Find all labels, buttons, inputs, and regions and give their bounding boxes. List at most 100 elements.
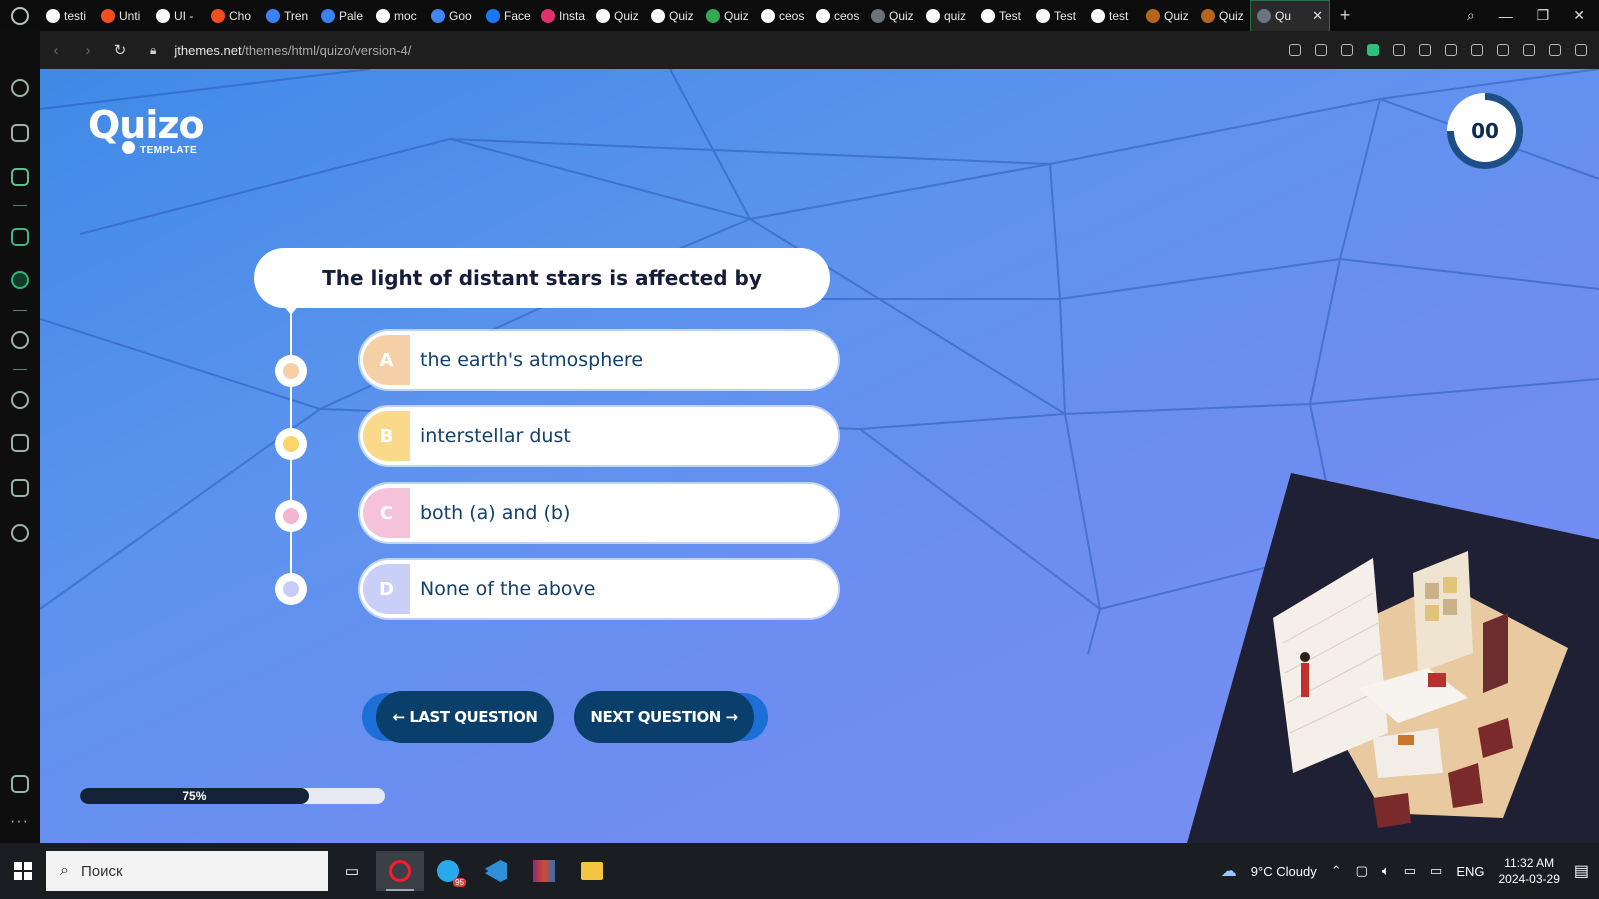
tab-11[interactable]: Quiz [645, 0, 700, 31]
restore-icon[interactable]: ❐ [1537, 7, 1550, 24]
minimize-icon[interactable]: — [1499, 8, 1513, 24]
player-icon[interactable] [11, 331, 29, 349]
adblock-icon[interactable] [1445, 44, 1457, 56]
camera-icon[interactable] [1341, 44, 1353, 56]
tab-15[interactable]: Quiz [865, 0, 920, 31]
taskbar-winrar[interactable] [520, 851, 568, 891]
close-tab-icon[interactable]: ✕ [1312, 8, 1323, 24]
task-view-icon[interactable]: ▭ [328, 851, 376, 891]
chatgpt-icon[interactable] [11, 271, 29, 289]
notifications-icon[interactable]: ▤ [1574, 861, 1589, 881]
tab-4[interactable]: Tren [260, 0, 315, 31]
zoom-icon[interactable] [1289, 44, 1301, 56]
edit-icon[interactable] [1315, 44, 1327, 56]
tab-0[interactable]: testi [40, 0, 95, 31]
opera-icon [389, 860, 411, 882]
more-icon[interactable]: ··· [10, 813, 29, 831]
search-tabs-icon[interactable]: ⌕ [1467, 7, 1475, 24]
tab-favicon-icon [871, 8, 885, 23]
taskbar-vscode[interactable] [472, 851, 520, 891]
tab-21[interactable]: Quiz [1195, 0, 1250, 31]
display-icon[interactable]: ▭ [1430, 863, 1442, 879]
option-b-text: interstellar dust [420, 425, 571, 447]
speed-dial-icon[interactable] [11, 79, 29, 97]
tab-6[interactable]: moc [370, 0, 425, 31]
url-field[interactable]: jthemes.net/themes/html/quizo/version-4/ [174, 43, 411, 58]
clock-date: 2024-03-29 [1498, 872, 1560, 886]
menu-icon[interactable] [1549, 44, 1561, 56]
search-placeholder: Поиск [80, 862, 123, 880]
start-button[interactable] [0, 851, 46, 891]
option-c[interactable]: C both (a) and (b) [360, 484, 838, 542]
tab-17[interactable]: Test [975, 0, 1030, 31]
tray-chevron-icon[interactable]: ⌃ [1331, 863, 1342, 879]
close-window-icon[interactable]: ✕ [1573, 7, 1585, 24]
language-indicator[interactable]: ENG [1456, 864, 1484, 879]
tab-14[interactable]: ceos [810, 0, 865, 31]
send-icon[interactable] [1393, 44, 1405, 56]
url-path: /themes/html/quizo/version-4/ [241, 42, 412, 58]
tab-18[interactable]: Test [1030, 0, 1085, 31]
forward-icon[interactable]: › [72, 42, 104, 59]
cloud-icon[interactable]: ☁ [1221, 861, 1237, 881]
tab-13[interactable]: ceos [755, 0, 810, 31]
download-icon[interactable] [1497, 44, 1509, 56]
tab-10[interactable]: Quiz [590, 0, 645, 31]
last-question-button[interactable]: ← LAST QUESTION [376, 691, 554, 743]
tab-5[interactable]: Pale [315, 0, 370, 31]
wallpaper-icon[interactable] [11, 775, 29, 793]
tab-20[interactable]: Quiz [1140, 0, 1195, 31]
new-tab-button[interactable]: + [1330, 5, 1360, 26]
aria-icon[interactable] [11, 228, 29, 246]
taskbar-opera[interactable] [376, 851, 424, 891]
tab-favicon-icon [761, 8, 775, 23]
tab-active[interactable]: Qu ✕ [1250, 0, 1330, 31]
downloads-icon[interactable] [11, 434, 29, 452]
tab-7[interactable]: Goo [425, 0, 480, 31]
settings-gear-icon[interactable] [11, 524, 29, 542]
reload-icon[interactable]: ↻ [104, 41, 136, 59]
tab-12[interactable]: Quiz [700, 0, 755, 31]
vpn-shield-icon[interactable] [1367, 44, 1379, 56]
tab-favicon-icon [1146, 8, 1160, 23]
volume-icon[interactable]: 🔈︎ [1382, 863, 1390, 879]
tab-2[interactable]: UI - [150, 0, 205, 31]
battery-icon[interactable] [1523, 44, 1535, 56]
taskbar-file-explorer[interactable] [568, 851, 616, 891]
quizo-logo[interactable]: Quizo TEMPLATE [88, 105, 205, 156]
tab-3[interactable]: Cho [205, 0, 260, 31]
progress-label: 75% [182, 789, 207, 803]
twitch-icon[interactable] [11, 168, 29, 186]
taskbar-search-box[interactable]: ⌕ Поиск [46, 851, 328, 891]
progress-bar: 75% [80, 788, 385, 804]
option-b[interactable]: B interstellar dust [360, 407, 838, 465]
option-a[interactable]: A the earth's atmosphere [360, 331, 838, 389]
bag-icon[interactable] [11, 124, 29, 142]
clock-time: 11:32 AM [1504, 856, 1555, 870]
heart-icon[interactable] [1419, 44, 1431, 56]
address-bar-tools [1289, 44, 1599, 56]
option-c-text: both (a) and (b) [420, 502, 571, 524]
option-d[interactable]: D None of the above [360, 560, 838, 618]
tab-19[interactable]: test [1085, 0, 1140, 31]
clock[interactable]: 11:32 AM 2024-03-29 [1498, 855, 1559, 887]
lock-icon[interactable]: 🔒︎ [150, 43, 156, 58]
opera-logo-icon[interactable] [0, 0, 40, 31]
tab-16[interactable]: quiz [920, 0, 975, 31]
history-icon[interactable] [11, 391, 29, 409]
tab-9[interactable]: Insta [535, 0, 590, 31]
cube-icon[interactable] [1471, 44, 1483, 56]
tab-favicon-icon [431, 8, 445, 23]
battery-tray-icon[interactable]: ▭ [1404, 863, 1416, 879]
tab-1[interactable]: Unti [95, 0, 150, 31]
next-question-button[interactable]: NEXT QUESTION → [574, 691, 754, 743]
tab-favicon-icon [376, 8, 390, 23]
option-a-letter: A [363, 335, 410, 385]
tab-8[interactable]: Face [480, 0, 535, 31]
back-icon[interactable]: ‹ [40, 42, 72, 59]
extensions-icon[interactable] [11, 479, 29, 497]
profile-icon[interactable] [1575, 44, 1587, 56]
network-icon[interactable]: ▢ [1356, 863, 1368, 879]
taskbar-telegram[interactable]: 95 [424, 851, 472, 891]
weather-text[interactable]: 9°C Cloudy [1251, 864, 1317, 879]
